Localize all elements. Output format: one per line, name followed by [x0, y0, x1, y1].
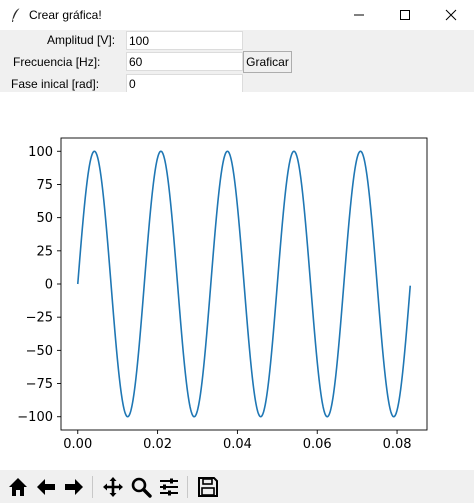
y-tick-label: 100 [28, 145, 53, 160]
zoom-button[interactable] [129, 474, 153, 500]
amplitude-label: Amplitud [V]: [47, 33, 116, 47]
x-tick-label: 0.02 [143, 437, 172, 452]
save-button[interactable] [196, 474, 220, 500]
x-tick-label: 0.08 [383, 437, 412, 452]
close-button[interactable] [428, 0, 474, 30]
y-tick-label: −25 [26, 311, 53, 326]
line-chart: 0.00 0.02 0.04 0.06 0.08 100 75 50 25 0 −25 −50 −75 −… [17, 137, 428, 452]
configure-subplots-icon [160, 478, 178, 496]
y-tick-label: −100 [17, 410, 53, 425]
toolbar-separator [92, 476, 93, 498]
y-tick-label: 0 [45, 278, 53, 293]
y-tick-label: 75 [36, 178, 53, 193]
pan-button[interactable] [101, 474, 125, 500]
feather-icon [12, 7, 21, 22]
frequency-input[interactable] [126, 52, 243, 71]
y-tick-label: −75 [26, 377, 53, 392]
series-line [76, 150, 412, 418]
close-icon [445, 9, 457, 21]
toolbar-separator [187, 476, 188, 498]
home-button[interactable] [6, 474, 30, 500]
back-arrow-icon [37, 479, 55, 495]
title-bar: Crear gráfica! [0, 0, 474, 30]
amplitude-input[interactable] [126, 31, 243, 50]
y-tick-label: −50 [26, 344, 53, 359]
phase-input[interactable] [126, 74, 243, 93]
pan-icon [103, 477, 123, 497]
forward-arrow-icon [65, 479, 83, 495]
parameters-form: Amplitud [V]: Frecuencia [Hz]: Graficar … [0, 30, 474, 93]
save-icon [198, 477, 218, 497]
minimize-button[interactable] [336, 0, 382, 30]
maximize-button[interactable] [382, 0, 428, 30]
back-button[interactable] [34, 474, 58, 500]
maximize-icon [400, 10, 410, 20]
y-tick-label: 25 [36, 244, 53, 259]
plot-canvas[interactable]: 0.00 0.02 0.04 0.06 0.08 100 75 50 25 0 −25 −50 −75 −… [0, 92, 474, 470]
x-tick-label: 0.00 [63, 437, 92, 452]
y-tick-label: 50 [36, 211, 53, 226]
window-title: Crear gráfica! [29, 8, 102, 22]
forward-button[interactable] [62, 474, 86, 500]
configure-subplots-button[interactable] [157, 474, 181, 500]
minimize-icon [354, 14, 364, 16]
home-icon [9, 478, 27, 496]
frequency-label: Frecuencia [Hz]: [13, 55, 101, 69]
plot-button[interactable]: Graficar [243, 51, 292, 73]
phase-label: Fase inical [rad]: [11, 77, 100, 91]
navigation-toolbar [0, 470, 474, 503]
zoom-icon [131, 477, 152, 498]
x-tick-label: 0.04 [223, 437, 252, 452]
x-tick-label: 0.06 [303, 437, 332, 452]
